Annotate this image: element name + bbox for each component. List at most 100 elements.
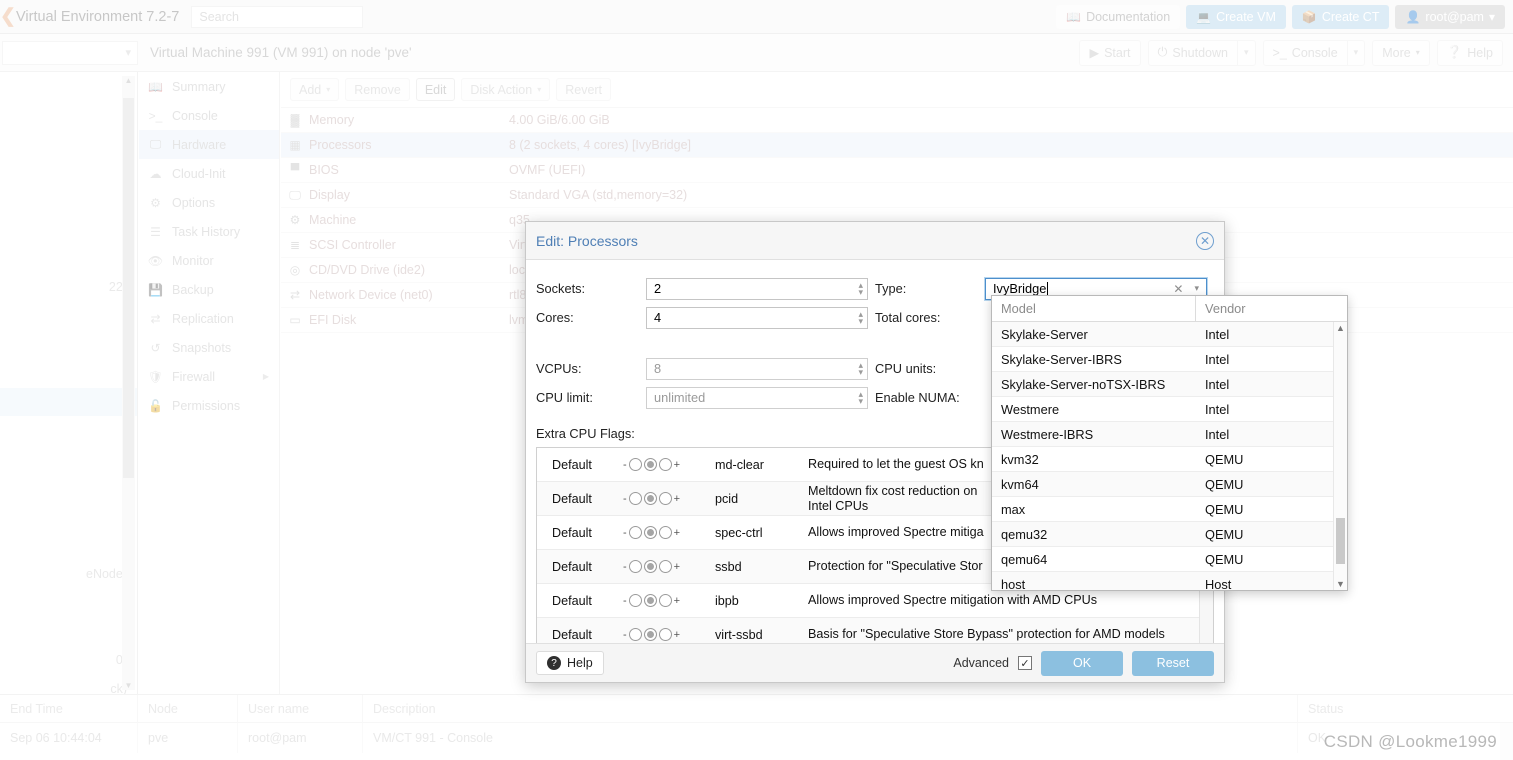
help-button[interactable]: ❔ Help (1436, 39, 1503, 66)
scrollbar-thumb[interactable] (123, 98, 134, 478)
sidebar-item-monitor[interactable]: 👁 Monitor (139, 246, 279, 275)
tristate-option-off[interactable] (628, 458, 642, 471)
ok-button[interactable]: OK (1041, 650, 1123, 676)
plus-icon[interactable]: + (674, 459, 680, 471)
cpu-flag-tristate-selector[interactable]: - + (623, 628, 715, 641)
shutdown-menu-toggle[interactable]: ▾ (1237, 40, 1255, 65)
tree-item[interactable] (0, 158, 137, 187)
minus-icon[interactable]: - (623, 527, 627, 539)
tristate-option-default[interactable] (643, 594, 657, 607)
dropdown-option[interactable]: kvm64 QEMU (992, 472, 1347, 497)
tristate-option-off[interactable] (628, 526, 642, 539)
tristate-option-off[interactable] (628, 492, 642, 505)
tree-item[interactable]: ck) (0, 674, 137, 694)
clear-icon[interactable]: ✕ (1173, 282, 1183, 296)
sidebar-item-permissions[interactable]: 🔓 Permissions (139, 391, 279, 420)
scrollbar-thumb[interactable] (1336, 518, 1345, 564)
spinner-icon[interactable]: ▴ ▾ (858, 309, 863, 325)
sidebar-item-summary[interactable]: 📖 Summary (139, 72, 279, 101)
tristate-option-on[interactable] (658, 492, 672, 505)
scroll-up-arrow-icon[interactable]: ▲ (1334, 323, 1347, 333)
tree-item[interactable]: ) (0, 617, 137, 646)
shutdown-button[interactable]: ⏻ Shutdown (1149, 41, 1238, 65)
resource-tree-panel[interactable]: 22))))))))eNode)))0)ck)32)20041)) ▲ ▼ (0, 72, 138, 694)
plus-icon[interactable]: + (674, 561, 680, 573)
dropdown-option[interactable]: kvm32 QEMU (992, 447, 1347, 472)
sidebar-item-hardware[interactable]: 🖵 Hardware (139, 130, 279, 159)
tree-item[interactable] (0, 244, 137, 273)
tree-item[interactable]: ) (0, 502, 137, 531)
cpu-flag-tristate-selector[interactable]: - + (623, 458, 715, 471)
plus-icon[interactable]: + (674, 493, 680, 505)
tree-item[interactable]: 22) (0, 273, 137, 302)
spinner-icon[interactable]: ▴ ▾ (858, 280, 863, 296)
tristate-option-default[interactable] (643, 628, 657, 641)
tree-item[interactable] (0, 101, 137, 130)
tristate-option-off[interactable] (628, 560, 642, 573)
dropdown-option[interactable]: Skylake-Server-IBRS Intel (992, 347, 1347, 372)
chevron-down-icon[interactable]: ▾ (1194, 283, 1199, 294)
tristate-option-on[interactable] (658, 628, 672, 641)
dropdown-option[interactable]: qemu32 QEMU (992, 522, 1347, 547)
table-row[interactable]: ▓ Memory 4.00 GiB/6.00 GiB (281, 108, 1513, 133)
dropdown-option[interactable]: Westmere Intel (992, 397, 1347, 422)
start-button[interactable]: ▶ Start (1079, 39, 1141, 66)
plus-icon[interactable]: + (674, 595, 680, 607)
shutdown-split-button[interactable]: ⏻ Shutdown ▾ (1147, 39, 1256, 66)
cpu-flag-tristate-selector[interactable]: - + (623, 492, 715, 505)
tristate-option-default[interactable] (643, 492, 657, 505)
tristate-option-default[interactable] (643, 560, 657, 573)
close-icon[interactable]: ✕ (1196, 231, 1214, 250)
sockets-stepper[interactable]: 2 ▴ ▾ (646, 277, 868, 300)
table-row[interactable]: ▦ Processors 8 (2 sockets, 4 cores) [IvyBr… (281, 133, 1513, 158)
sidebar-item-snapshots[interactable]: ↺ Snapshots (139, 333, 279, 362)
advanced-checkbox[interactable]: ✓ (1018, 656, 1032, 670)
tree-item[interactable]: ) (0, 302, 137, 331)
dropdown-option[interactable]: max QEMU (992, 497, 1347, 522)
sidebar-item-cloud-init[interactable]: ☁ Cloud-Init (139, 159, 279, 188)
task-log-scrollbar[interactable] (1500, 723, 1513, 760)
tristate-option-on[interactable] (658, 526, 672, 539)
dropdown-option[interactable]: Skylake-Server-noTSX-IBRS Intel (992, 372, 1347, 397)
create-ct-button[interactable]: 📦 Create CT (1291, 4, 1390, 29)
tristate-option-on[interactable] (658, 560, 672, 573)
cpu-limit-stepper[interactable]: unlimited ▴ ▾ (646, 386, 868, 409)
tree-item[interactable]: 0) (0, 646, 137, 675)
reset-button[interactable]: Reset (1132, 650, 1214, 676)
table-row[interactable]: 🖵 Display Standard VGA (std,memory=32) (281, 183, 1513, 208)
tristate-option-on[interactable] (658, 458, 672, 471)
sidebar-item-firewall[interactable]: 🛡 Firewall ▶ (139, 362, 279, 391)
vcpus-stepper[interactable]: 8 ▴ ▾ (646, 357, 868, 380)
tree-item[interactable]: eNode) (0, 560, 137, 589)
sidebar-item-backup[interactable]: 💾 Backup (139, 275, 279, 304)
tree-item[interactable]: ) (0, 359, 137, 388)
console-split-button[interactable]: >_ Console ▾ (1262, 39, 1366, 66)
tree-item[interactable] (0, 387, 137, 417)
console-button[interactable]: >_ Console (1264, 41, 1347, 65)
minus-icon[interactable]: - (623, 493, 627, 505)
scroll-up-arrow-icon[interactable]: ▲ (122, 76, 135, 85)
remove-button[interactable]: Remove (345, 78, 410, 101)
tree-item[interactable]: ) (0, 588, 137, 617)
dialog-help-button[interactable]: ? Help (536, 651, 604, 675)
tree-item[interactable] (0, 187, 137, 216)
sidebar-item-console[interactable]: >_ Console (139, 101, 279, 130)
sidebar-item-options[interactable]: ⚙ Options (139, 188, 279, 217)
minus-icon[interactable]: - (623, 629, 627, 641)
cpu-flag-tristate-selector[interactable]: - + (623, 526, 715, 539)
minus-icon[interactable]: - (623, 459, 627, 471)
tristate-option-off[interactable] (628, 628, 642, 641)
table-row[interactable]: ▀ BIOS OVMF (UEFI) (281, 158, 1513, 183)
tree-item[interactable]: ) (0, 474, 137, 503)
tree-view-selector[interactable]: ▾ (2, 40, 138, 65)
search-input[interactable]: Search (191, 5, 364, 28)
spinner-icon[interactable]: ▴ ▾ (858, 389, 863, 405)
tree-item[interactable] (0, 72, 137, 101)
sidebar-item-task-history[interactable]: ☰ Task History (139, 217, 279, 246)
cpu-flag-tristate-selector[interactable]: - + (623, 594, 715, 607)
edit-button[interactable]: Edit (415, 78, 456, 101)
dropdown-scrollbar[interactable]: ▲ ▼ (1333, 322, 1347, 590)
task-log-row[interactable]: Sep 06 10:44:04 pve root@pam VM/CT 991 -… (0, 723, 1513, 753)
plus-icon[interactable]: + (674, 527, 680, 539)
revert-button[interactable]: Revert (556, 78, 612, 101)
